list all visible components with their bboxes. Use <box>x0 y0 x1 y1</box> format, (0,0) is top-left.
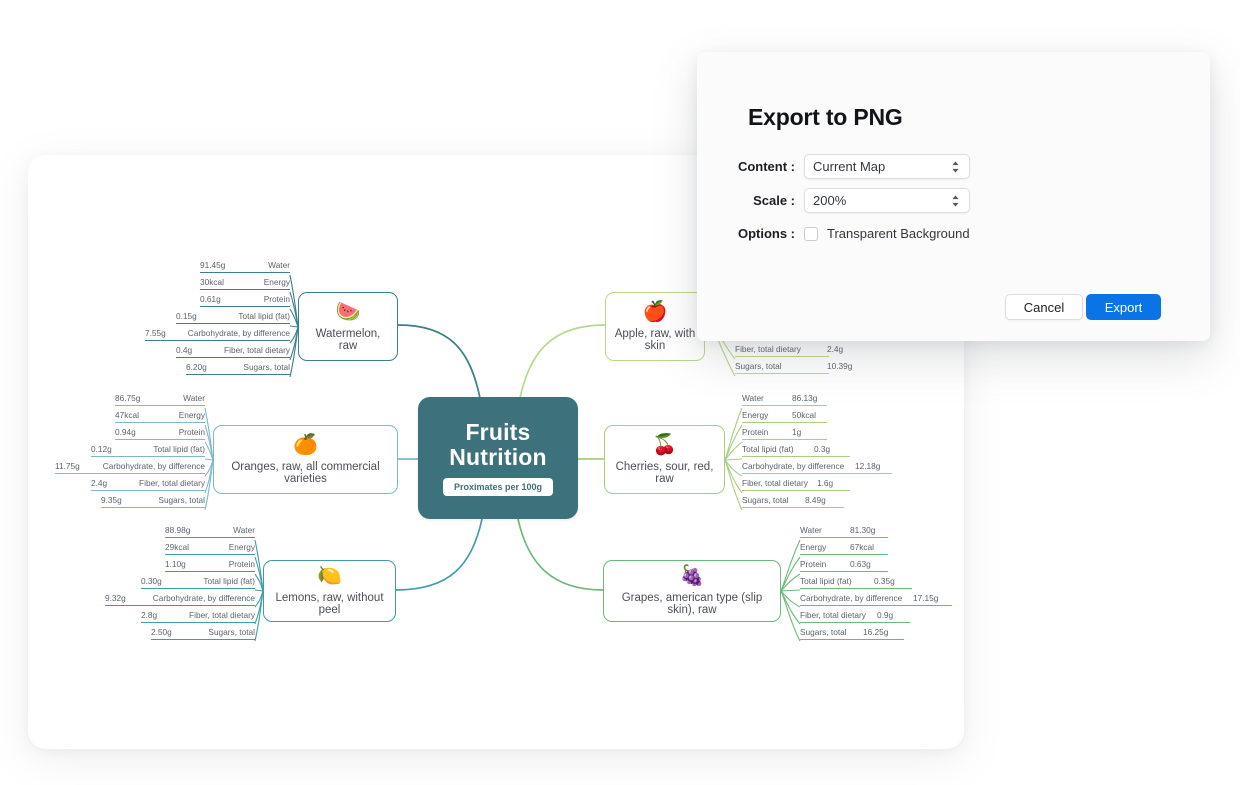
leaf-row[interactable]: Fiber, total dietary 2.4g <box>735 344 843 357</box>
chevron-updown-icon <box>951 160 960 173</box>
topic-node-grapes[interactable]: 🍇 Grapes, american type (slip skin), raw <box>603 560 781 622</box>
topic-node-cherries[interactable]: 🍒 Cherries, sour, red, raw <box>604 425 725 494</box>
scale-select[interactable]: 200% <box>804 188 970 213</box>
content-row: Content : Current Map <box>697 154 970 179</box>
topic-node-oranges[interactable]: 🍊 Oranges, raw, all commercial varieties <box>213 425 398 494</box>
content-label: Content : <box>737 159 795 174</box>
leaf-row[interactable]: 86.75g Water <box>115 393 205 406</box>
leaf-row[interactable]: 0.4g Fiber, total dietary <box>176 345 290 358</box>
leaf-row[interactable]: 91.45g Water <box>200 260 290 273</box>
app-root: Fruits Nutrition Proximates per 100g 🍉 W… <box>0 0 1240 785</box>
options-row: Options : Transparent Background <box>697 226 970 241</box>
leaf-row[interactable]: 11.75g Carbohydrate, by difference <box>55 461 205 474</box>
leaf-row[interactable]: 0.12g Total lipid (fat) <box>91 444 205 457</box>
grapes-icon: 🍇 <box>679 565 705 587</box>
leaf-row[interactable]: Fiber, total dietary 1.6g <box>742 478 850 491</box>
leaf-row[interactable]: Water 86.13g <box>742 393 827 406</box>
scale-row: Scale : 200% <box>697 188 970 213</box>
leaf-row[interactable]: 9.35g Sugars, total <box>101 495 205 508</box>
leaf-row[interactable]: 0.15g Total lipid (fat) <box>176 311 290 324</box>
central-topic-title: Fruits Nutrition <box>449 418 547 470</box>
leaf-row[interactable]: Water 81.30g <box>800 525 888 538</box>
leaf-row[interactable]: Fiber, total dietary 0.9g <box>800 610 910 623</box>
content-select-value: Current Map <box>813 159 886 174</box>
central-topic-node[interactable]: Fruits Nutrition Proximates per 100g <box>418 397 578 519</box>
transparent-background-checkbox[interactable] <box>804 226 818 241</box>
leaf-row[interactable]: 88.98g Water <box>165 525 255 538</box>
topic-label: Oranges, raw, all commercial varieties <box>231 460 380 485</box>
watermelon-icon: 🍉 <box>335 300 361 323</box>
topic-label: Cherries, sour, red, raw <box>615 460 714 485</box>
chevron-updown-icon <box>951 194 960 207</box>
leaf-row[interactable]: 0.94g Protein <box>115 427 205 440</box>
leaf-row[interactable]: 29kcal Energy <box>165 542 255 555</box>
leaf-row[interactable]: 30kcal Energy <box>200 277 290 290</box>
leaf-row[interactable]: Carbohydrate, by difference 17.15g <box>800 593 952 606</box>
cherries-icon: 🍒 <box>652 433 677 456</box>
topic-label: Lemons, raw, without peel <box>275 592 384 616</box>
lemon-icon: 🍋 <box>317 565 342 587</box>
leaf-row[interactable]: 2.4g Fiber, total dietary <box>91 478 205 491</box>
leaf-row[interactable]: Total lipid (fat) 0.3g <box>742 444 850 457</box>
export-button[interactable]: Export <box>1086 294 1161 320</box>
leaf-row[interactable]: 2.50g Sugars, total <box>151 627 255 640</box>
topic-label: Apple, raw, with skin <box>614 327 696 352</box>
topic-node-lemons[interactable]: 🍋 Lemons, raw, without peel <box>263 560 396 622</box>
leaf-row[interactable]: 6.20g Sugars, total <box>186 362 290 375</box>
central-topic-subtitle: Proximates per 100g <box>442 478 554 497</box>
leaf-row[interactable]: Protein 1g <box>742 427 827 440</box>
cancel-button[interactable]: Cancel <box>1005 294 1083 320</box>
scale-select-value: 200% <box>813 193 847 208</box>
topic-label: Watermelon, raw <box>315 327 381 352</box>
options-label: Options : <box>737 226 795 241</box>
leaf-row[interactable]: Energy 50kcal <box>742 410 827 423</box>
leaf-row[interactable]: Sugars, total 16.25g <box>800 627 904 640</box>
leaf-row[interactable]: 0.30g Total lipid (fat) <box>141 576 255 589</box>
leaf-row[interactable]: Carbohydrate, by difference 12.18g <box>742 461 892 474</box>
topic-node-watermelon[interactable]: 🍉 Watermelon, raw <box>298 292 398 361</box>
leaf-row[interactable]: Protein 0.63g <box>800 559 888 572</box>
topic-label: Grapes, american type (slip skin), raw <box>621 592 763 616</box>
transparent-background-label: Transparent Background <box>827 226 970 241</box>
leaf-row[interactable]: Energy 67kcal <box>800 542 888 555</box>
leaf-row[interactable]: Sugars, total 10.39g <box>735 361 852 374</box>
leaf-row[interactable]: 2.8g Fiber, total dietary <box>141 610 255 623</box>
leaf-row[interactable]: 7.55g Carbohydrate, by difference <box>145 328 290 341</box>
apple-icon: 🍎 <box>642 300 668 323</box>
topic-node-apple[interactable]: 🍎 Apple, raw, with skin <box>605 292 705 361</box>
leaf-row[interactable]: 1.10g Protein <box>165 559 255 572</box>
dialog-title: Export to PNG <box>748 104 903 130</box>
content-select[interactable]: Current Map <box>804 154 970 179</box>
leaf-row[interactable]: Sugars, total 8.49g <box>742 495 844 508</box>
leaf-row[interactable]: 9.32g Carbohydrate, by difference <box>105 593 255 606</box>
leaf-row[interactable]: 0.61g Protein <box>200 294 290 307</box>
leaf-row[interactable]: Total lipid (fat) 0.35g <box>800 576 912 589</box>
orange-icon: 🍊 <box>293 433 318 456</box>
scale-label: Scale : <box>753 193 795 208</box>
leaf-row[interactable]: 47kcal Energy <box>115 410 205 423</box>
